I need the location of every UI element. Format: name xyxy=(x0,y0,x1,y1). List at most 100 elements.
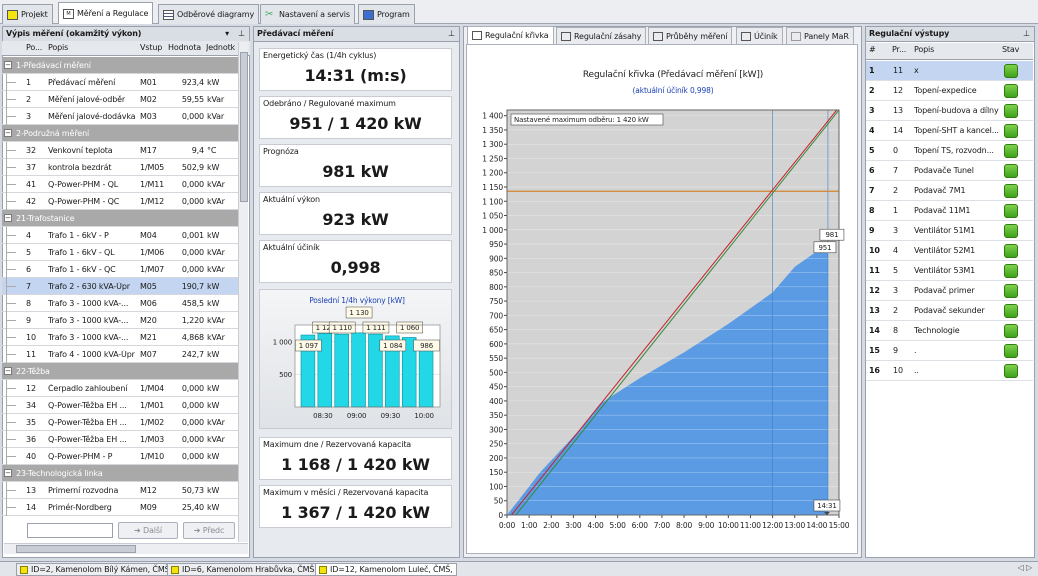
bar-chart-title: Poslední 1/4h výkony [kW] xyxy=(309,296,405,305)
status-ok-icon[interactable] xyxy=(1004,124,1018,138)
tab-mereni-regulace[interactable]: M Měření a Regulace xyxy=(58,2,154,24)
output-row[interactable]: 16 10.. xyxy=(866,361,1033,381)
table-row[interactable]: 35 Q-Power-Těžba EH ... 1/M02 0,000 kVAr xyxy=(2,414,238,431)
output-row[interactable]: 15 9. xyxy=(866,341,1033,361)
table-row[interactable]: 4 Trafo 1 - 6kV - P M04 0,001 kW xyxy=(2,227,238,244)
x-tick-label: 3:00 xyxy=(565,521,582,530)
group-row[interactable]: −21-Trafostanice xyxy=(2,210,238,227)
table-row[interactable]: 10 Trafo 3 - 1000 kVA-... M21 4,868 kVAr xyxy=(2,329,238,346)
table-row[interactable]: 2 Měření jalové-odběr M02 59,55 kVar xyxy=(2,91,238,108)
group-row[interactable]: −23-Technologická linka xyxy=(2,465,238,482)
pin-icon[interactable]: ⊥ xyxy=(1023,29,1030,38)
output-row[interactable]: 13 2 Podavač sekunder xyxy=(866,301,1033,321)
status-ok-icon[interactable] xyxy=(1004,144,1018,158)
output-row[interactable]: 5 0 Topení TS, rozvodn... xyxy=(866,141,1033,161)
table-row[interactable]: 3 Měření jalové-dodávka M03 0,000 kVar xyxy=(2,108,238,125)
table-row[interactable]: 37 kontrola bezdrát 1/M05 502,9 kW xyxy=(2,159,238,176)
table-row[interactable]: 9 Trafo 3 - 1000 kVA-... M20 1,220 kVAr xyxy=(2,312,238,329)
left-scrollbar[interactable] xyxy=(238,42,248,542)
table-row[interactable]: 13 Primerní rozvodna M12 50,73 kW xyxy=(2,482,238,499)
collapse-icon[interactable]: − xyxy=(4,214,12,222)
tab-panely-mar[interactable]: Panely MaR xyxy=(786,27,854,44)
output-row[interactable]: 14 8 Technologie xyxy=(866,321,1033,341)
tab-prubehy-mereni[interactable]: Průběhy měření xyxy=(648,27,733,44)
collapse-icon[interactable]: − xyxy=(4,61,12,69)
tab-program[interactable]: Program xyxy=(358,4,415,24)
status-ok-icon[interactable] xyxy=(1004,264,1018,278)
next-button[interactable]: ➜ Další xyxy=(118,522,178,539)
tab-ucinik[interactable]: Účiník xyxy=(736,27,783,44)
group-row[interactable]: −2-Podružná měření xyxy=(2,125,238,142)
table-row[interactable]: 41 Q-Power-PHM - QL 1/M11 0,000 kVAr xyxy=(2,176,238,193)
table-row[interactable]: 42 Q-Power-PHM - QC 1/M12 0,000 kVAr xyxy=(2,193,238,210)
status-ok-icon[interactable] xyxy=(1004,304,1018,318)
table-row[interactable]: 11 Trafo 4 - 1000 kVA-Úpr M07 242,7 kW xyxy=(2,346,238,363)
col-hodnota[interactable]: Hodnota xyxy=(168,43,206,52)
tab-regulacni-krivka[interactable]: Regulační křivka xyxy=(467,26,554,44)
status-tab-bily-kamen[interactable]: ID=2, Kamenolom Bílý Kámen, ČMŠ, xyxy=(16,563,176,576)
prev-button[interactable]: ➜ Předc xyxy=(183,522,235,539)
status-ok-icon[interactable] xyxy=(1004,244,1018,258)
status-ok-icon[interactable] xyxy=(1004,284,1018,298)
tab-odberove-diagramy[interactable]: Odběrové diagramy xyxy=(158,4,260,24)
col-poradi[interactable]: Po... xyxy=(26,43,46,52)
table-row[interactable]: 32 Venkovní teplota M17 9,4 °C xyxy=(2,142,238,159)
group-row[interactable]: −22-Těžba xyxy=(2,363,238,380)
status-ok-icon[interactable] xyxy=(1004,204,1018,218)
site-icon xyxy=(319,565,327,574)
status-ok-icon[interactable] xyxy=(1004,364,1018,378)
col-index[interactable]: # xyxy=(869,45,876,54)
output-row[interactable]: 6 7 Podavače Tunel xyxy=(866,161,1033,181)
status-ok-icon[interactable] xyxy=(1004,324,1018,338)
table-row[interactable]: 36 Q-Power-Těžba EH ... 1/M03 0,000 kVAr xyxy=(2,431,238,448)
status-ok-icon[interactable] xyxy=(1004,104,1018,118)
table-row[interactable]: 8 Trafo 3 - 1000 kVA-... M06 458,5 kW xyxy=(2,295,238,312)
collapse-icon[interactable]: − xyxy=(4,129,12,137)
col-vstup[interactable]: Vstup xyxy=(140,43,168,52)
dropdown-icon[interactable]: ▾ xyxy=(225,29,229,38)
folder-icon xyxy=(7,9,18,20)
left-hscrollbar[interactable] xyxy=(4,543,248,554)
scroll-arrows-icon[interactable]: ◁ ▷ xyxy=(1018,563,1033,572)
collapse-icon[interactable]: − xyxy=(4,469,12,477)
output-row[interactable]: 3 13 Topení-budova a dílny xyxy=(866,101,1033,121)
output-row[interactable]: 7 2 Podavač 7M1 xyxy=(866,181,1033,201)
output-row[interactable]: 1 11 x xyxy=(866,61,1033,81)
status-ok-icon[interactable] xyxy=(1004,344,1018,358)
tab-nastaveni[interactable]: ✂ Nastavení a servis xyxy=(260,4,355,24)
output-row[interactable]: 8 1 Podavač 11M1 xyxy=(866,201,1033,221)
status-ok-icon[interactable] xyxy=(1004,184,1018,198)
pin-icon[interactable]: ⊥ xyxy=(448,29,455,38)
status-tab-lulec[interactable]: ID=12, Kamenolom Luleč, ČMŠ, xyxy=(315,563,457,576)
col-popis[interactable]: Popis xyxy=(48,43,136,52)
col-priority[interactable]: Pr... xyxy=(892,45,912,54)
status-ok-icon[interactable] xyxy=(1004,84,1018,98)
tab-regulacni-zasahy[interactable]: Regulační zásahy xyxy=(556,27,647,44)
status-ok-icon[interactable] xyxy=(1004,64,1018,78)
table-row[interactable]: 6 Trafo 1 - 6kV - QC 1/M07 0,000 kVAr xyxy=(2,261,238,278)
table-row[interactable]: 34 Q-Power-Těžba EH ... 1/M01 0,000 kW xyxy=(2,397,238,414)
status-ok-icon[interactable] xyxy=(1004,164,1018,178)
output-row[interactable]: 10 4 Ventilátor 52M1 xyxy=(866,241,1033,261)
table-row[interactable]: 1 Předávací měření M01 923,4 kW xyxy=(2,74,238,91)
table-row[interactable]: 14 Primér-Nordberg M09 25,40 kW xyxy=(2,499,238,516)
search-input[interactable] xyxy=(27,523,113,538)
col-state[interactable]: Stav xyxy=(1002,45,1019,54)
output-row[interactable]: 11 5 Ventilátor 53M1 xyxy=(866,261,1033,281)
table-row[interactable]: 40 Q-Power-PHM - P 1/M10 0,000 kW xyxy=(2,448,238,465)
table-row[interactable]: 5 Trafo 1 - 6kV - QL 1/M06 0,000 kVAr xyxy=(2,244,238,261)
col-description[interactable]: Popis xyxy=(914,45,934,54)
output-row[interactable]: 9 3 Ventilátor 51M1 xyxy=(866,221,1033,241)
output-row[interactable]: 4 14 Topení-SHT a kancel... xyxy=(866,121,1033,141)
output-row[interactable]: 12 3 Podavač primer xyxy=(866,281,1033,301)
table-row[interactable]: 7 Trafo 2 - 630 kVA-Úpr M05 190,7 kW xyxy=(2,278,238,295)
pin-icon[interactable]: ⊥ xyxy=(238,29,245,38)
status-ok-icon[interactable] xyxy=(1004,224,1018,238)
table-row[interactable]: 12 Čerpadlo zahloubení 1/M04 0,000 kW xyxy=(2,380,238,397)
status-tab-hrabuvka[interactable]: ID=6, Kamenolom Hrabůvka, ČMŠ, xyxy=(167,563,321,576)
group-row[interactable]: −1-Předávací měření xyxy=(2,57,238,74)
tab-projekt[interactable]: Projekt xyxy=(2,4,53,24)
output-row[interactable]: 2 12 Topení-expedice xyxy=(866,81,1033,101)
col-jednotka[interactable]: Jednotk xyxy=(206,43,236,52)
collapse-icon[interactable]: − xyxy=(4,367,12,375)
